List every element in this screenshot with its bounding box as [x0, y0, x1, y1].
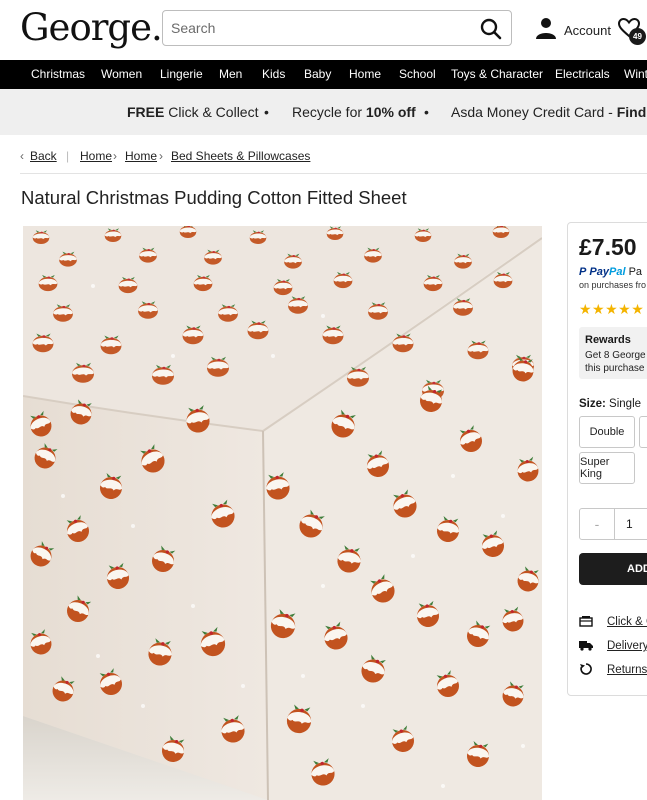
promo-click-collect[interactable]: FREE Click & Collect [127, 89, 258, 135]
paypal-subtext: on purchases fro [579, 280, 647, 290]
breadcrumb-divider-line [20, 173, 647, 174]
store-icon [579, 615, 593, 630]
nav-item-baby[interactable]: Baby [304, 60, 331, 89]
search-bar [162, 10, 512, 46]
breadcrumb-item[interactable]: Bed Sheets & Pillowcases [171, 149, 310, 163]
breadcrumb-back[interactable]: Back [30, 149, 57, 163]
promo-credit-card[interactable]: Asda Money Credit Card - Find out [451, 89, 647, 135]
size-option-super-king[interactable]: Super King [579, 452, 635, 484]
quantity-decrease-button[interactable]: - [580, 509, 615, 539]
account-label: Account [564, 22, 611, 38]
fitted-sheet-illustration [23, 226, 542, 800]
size-value: Single [609, 398, 642, 410]
promo-click-collect-bold: FREE [127, 104, 165, 120]
chevron-right-icon: › [113, 149, 117, 163]
size-selector-label: Size: Single [579, 398, 641, 410]
nav-item-christmas[interactable]: Christmas [31, 60, 85, 89]
quantity-value[interactable]: 1 [626, 517, 633, 531]
main-nav: Christmas Women Lingerie Men Kids Baby H… [0, 60, 647, 89]
breadcrumb-item[interactable]: Home [125, 149, 157, 163]
click-collect-link[interactable]: Click & C [579, 614, 647, 630]
promo-recycle[interactable]: Recycle for 10% off [292, 89, 416, 135]
click-collect-text: Click & C [607, 616, 647, 628]
search-icon[interactable] [479, 17, 503, 41]
paypal-icon: P [579, 266, 587, 278]
nav-item-toys-character[interactable]: Toys & Character [451, 60, 543, 89]
delivery-link[interactable]: Delivery [579, 638, 647, 654]
delivery-truck-icon [579, 639, 593, 654]
search-input[interactable] [163, 11, 479, 45]
nav-item-kids[interactable]: Kids [262, 60, 285, 89]
product-price: £7.50 [579, 234, 637, 260]
nav-item-electricals[interactable]: Electricals [555, 60, 610, 89]
returns-icon [579, 662, 593, 679]
nav-item-men[interactable]: Men [219, 60, 242, 89]
size-label: Size: [579, 398, 606, 410]
promo-credit-card-bold: Find out [616, 104, 647, 120]
rewards-points: 8 George [603, 350, 646, 361]
paypal-logo-pay: Pay [589, 266, 609, 278]
nav-item-home[interactable]: Home [349, 60, 381, 89]
rating-stars[interactable]: ★★★★★ [579, 301, 644, 318]
size-option-double[interactable]: Double [579, 416, 635, 448]
add-to-basket-button[interactable]: ADD [579, 553, 647, 585]
paypal-text: Pa [628, 266, 643, 278]
account-link[interactable]: Account [536, 17, 611, 44]
quantity-stepper: - 1 [579, 508, 647, 540]
paypal-logo-pal: Pal [608, 266, 626, 278]
nav-item-lingerie[interactable]: Lingerie [160, 60, 203, 89]
promo-strip: FREE Click & Collect • Recycle for 10% o… [0, 89, 647, 135]
product-image[interactable] [23, 226, 542, 800]
delivery-text: Delivery [607, 640, 647, 652]
chevron-left-icon: ‹ [20, 149, 24, 163]
rewards-title: Rewards [585, 334, 631, 346]
size-option-single[interactable] [639, 416, 647, 448]
returns-link[interactable]: Returns [579, 662, 647, 678]
rewards-text: Get 8 George this purchase [585, 349, 646, 375]
nav-item-women[interactable]: Women [101, 60, 142, 89]
promo-separator: • [424, 104, 429, 120]
paypal-logo: PayPal [589, 266, 625, 278]
nav-item-winter[interactable]: Wint [624, 60, 647, 89]
promo-recycle-text: Recycle for [292, 104, 366, 120]
promo-credit-card-text: Asda Money Credit Card - [451, 104, 617, 120]
george-logo[interactable]: George. [20, 6, 163, 49]
user-icon [536, 17, 556, 44]
breadcrumb-divider: | [66, 149, 70, 163]
rewards-text-prefix: Get [585, 350, 604, 361]
promo-recycle-bold: 10% off [365, 104, 416, 120]
nav-item-school[interactable]: School [399, 60, 436, 89]
promo-click-collect-text: Click & Collect [164, 104, 259, 120]
wishlist-button[interactable]: 49 [617, 17, 646, 45]
product-title: Natural Christmas Pudding Cotton Fitted … [21, 187, 407, 208]
paypal-credit-row[interactable]: P PayPal Pa [579, 266, 642, 278]
rewards-box: Rewards Get 8 George this purchase [579, 327, 647, 379]
promo-separator: • [264, 104, 269, 120]
breadcrumb-item[interactable]: Home [80, 149, 112, 163]
returns-text: Returns [607, 664, 647, 676]
wishlist-count-badge: 49 [629, 28, 646, 45]
chevron-right-icon: › [159, 149, 163, 163]
site-header: George. Account 49 [0, 0, 647, 60]
rewards-text-line2: this purchase [585, 363, 645, 374]
